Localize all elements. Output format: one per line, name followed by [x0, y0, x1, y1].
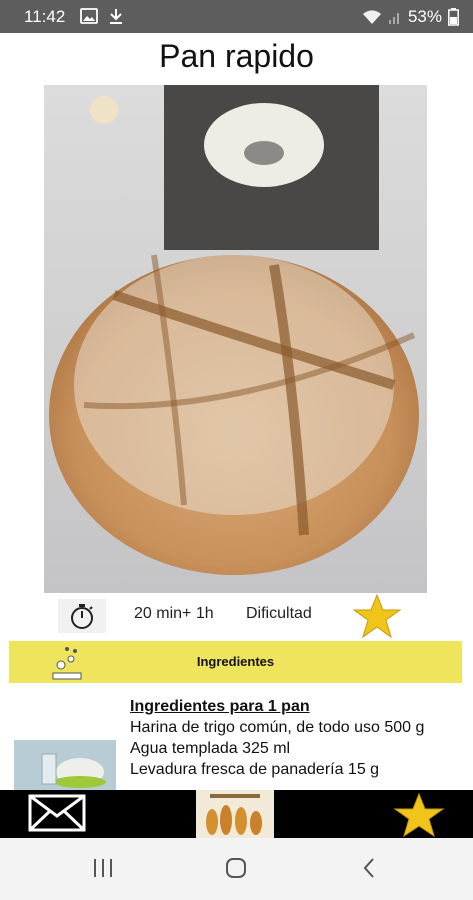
status-time: 11:42: [24, 7, 66, 26]
back-icon[interactable]: [360, 856, 378, 880]
recent-apps-icon[interactable]: [92, 856, 114, 880]
recipe-meta: 20 min+ 1h Dificultad: [44, 593, 444, 639]
ingredients-list: Ingredientes para 1 pan Harina de trigo …: [130, 696, 450, 790]
ingredients-heading: Ingredientes para 1 pan: [130, 698, 310, 715]
app-logo[interactable]: [196, 790, 274, 838]
bottom-app-bar: [0, 790, 473, 838]
stopwatch-icon: [71, 604, 93, 629]
mail-icon[interactable]: [28, 792, 86, 834]
ingredients-thumbnail: [14, 740, 116, 790]
prep-time: 20 min+ 1h: [134, 605, 214, 622]
download-icon: [110, 9, 122, 24]
ingredients-tab[interactable]: Ingredientes: [9, 641, 462, 683]
star-icon: [352, 593, 402, 639]
recipe-title: Pan rapido: [159, 38, 314, 74]
ingredient-line: Levadura fresca de panadería 15 g: [130, 761, 380, 778]
ingredient-line: Harina de trigo común, de todo uso 500 g: [130, 719, 425, 736]
ingredient-line: Agua templada 325 ml: [130, 740, 291, 757]
home-icon[interactable]: [224, 856, 248, 880]
wifi-icon: [362, 10, 381, 24]
difficulty-label: Dificultad: [246, 605, 312, 622]
system-nav-bar: [0, 838, 473, 900]
status-bar: 11:42 53%: [0, 0, 473, 33]
favorites-star-icon[interactable]: [393, 792, 445, 838]
signal-icon: [388, 13, 399, 24]
battery-icon: [448, 8, 459, 26]
battery-percent: 53%: [407, 7, 442, 26]
recipe-photo: [44, 85, 427, 593]
timer-box: [58, 599, 106, 633]
ingredients-tab-label: Ingredientes: [196, 654, 275, 669]
image-icon: [80, 8, 98, 24]
